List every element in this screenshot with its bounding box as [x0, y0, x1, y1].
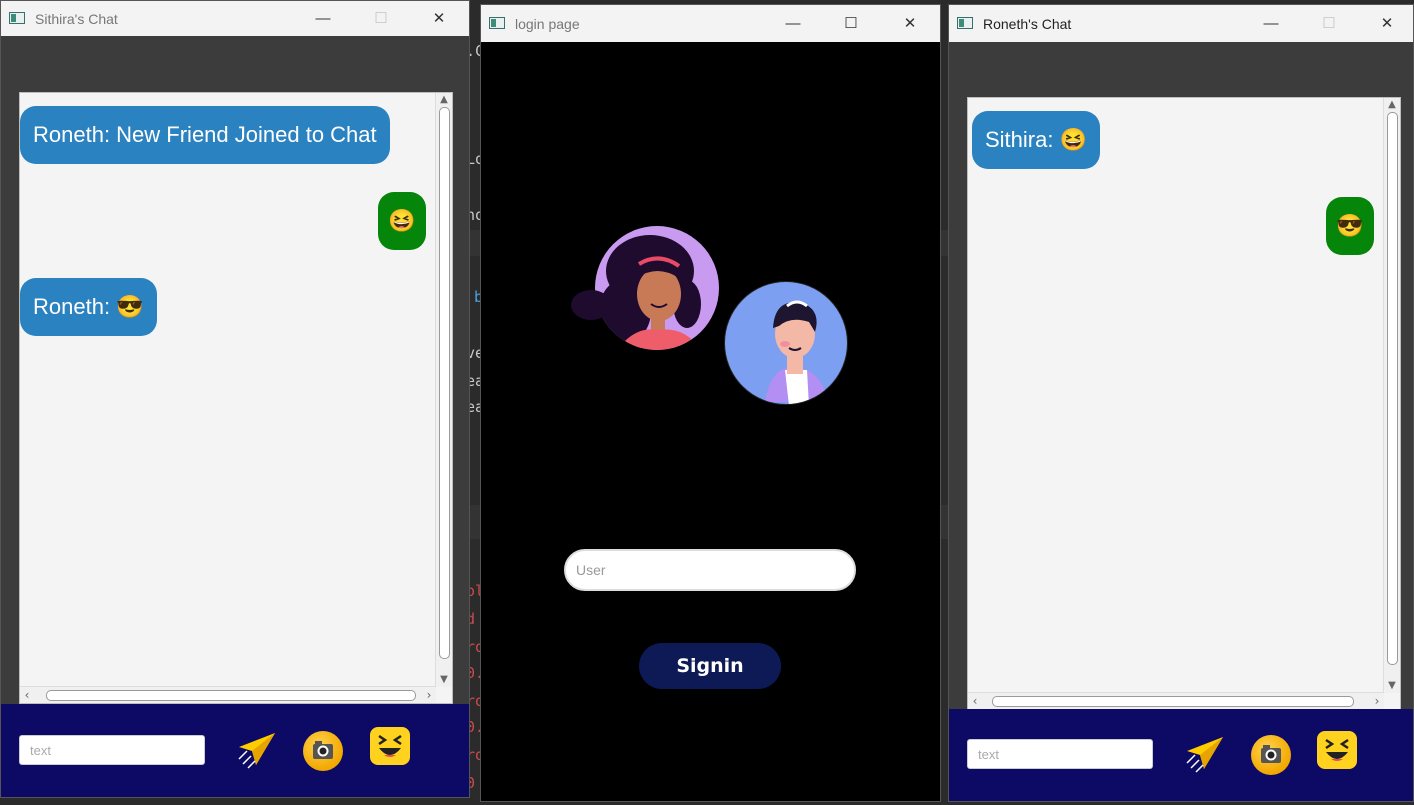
- maximize-icon: ☐: [374, 9, 388, 27]
- close-icon[interactable]: ✕: [429, 9, 449, 29]
- paper-plane-icon[interactable]: [235, 729, 277, 771]
- scroll-down-icon[interactable]: ▼: [436, 673, 452, 687]
- minimize-icon[interactable]: —: [783, 14, 803, 34]
- scrollbar-thumb[interactable]: [46, 690, 416, 701]
- roneth-titlebar[interactable]: Roneth's Chat — ☐ ✕: [949, 5, 1413, 42]
- message-bubble-incoming: Sithira: 😆: [972, 111, 1100, 169]
- horizontal-scrollbar[interactable]: ‹ ›: [968, 692, 1384, 709]
- vertical-scrollbar[interactable]: ▲ ▼: [435, 93, 452, 687]
- message-input[interactable]: [19, 735, 205, 765]
- scrollbar-thumb[interactable]: [992, 696, 1354, 707]
- message-bubble-outgoing: 😎: [1326, 197, 1374, 255]
- message-input[interactable]: [967, 739, 1153, 769]
- window-title: Roneth's Chat: [983, 15, 1072, 32]
- scroll-left-icon[interactable]: ‹: [20, 687, 34, 703]
- chat-input-bar: [1, 704, 469, 797]
- login-body: Signin: [481, 42, 940, 801]
- signin-button[interactable]: Signin: [639, 643, 781, 689]
- horizontal-scrollbar[interactable]: ‹ ›: [20, 686, 436, 703]
- app-window-icon: [957, 16, 973, 29]
- girl-avatar-illustration: [595, 226, 719, 350]
- login-titlebar[interactable]: login page — ☐ ✕: [481, 5, 940, 42]
- boy-avatar-illustration: [724, 281, 848, 405]
- vertical-scrollbar[interactable]: ▲ ▼: [1383, 98, 1400, 693]
- chat-message-area[interactable]: Roneth: New Friend Joined to Chat 😆 Rone…: [19, 92, 453, 704]
- camera-icon[interactable]: [1251, 735, 1291, 775]
- message-bubble-incoming: Roneth: 😎: [20, 278, 157, 336]
- scroll-left-icon[interactable]: ‹: [968, 693, 982, 709]
- scrollbar-thumb[interactable]: [1387, 112, 1398, 665]
- app-window-icon: [9, 11, 25, 24]
- user-input[interactable]: [564, 549, 856, 591]
- maximize-icon[interactable]: ☐: [841, 14, 861, 34]
- hair-bun-shape: [571, 290, 611, 320]
- chat-message-area[interactable]: Sithira: 😆 😎 ▲ ▼ ‹ ›: [967, 97, 1401, 710]
- login-window: login page — ☐ ✕ User Signin: [480, 4, 941, 802]
- scroll-up-icon[interactable]: ▲: [1384, 98, 1400, 112]
- laughing-emoji-icon[interactable]: [1317, 731, 1357, 769]
- maximize-icon: ☐: [1322, 14, 1336, 32]
- roneth-chat-window: Roneth's Chat — ☐ ✕ Sithira: 😆 😎 ▲ ▼ ‹ ›: [948, 4, 1414, 802]
- scroll-right-icon[interactable]: ›: [1370, 693, 1384, 709]
- sithira-chat-window: Sithira's Chat — ☐ ✕ Roneth: New Friend …: [0, 0, 470, 798]
- app-window-icon: [489, 16, 505, 29]
- message-bubble-incoming: Roneth: New Friend Joined to Chat: [20, 106, 390, 164]
- message-bubble-outgoing: 😆: [378, 192, 426, 250]
- chat-input-bar: [949, 709, 1413, 801]
- minimize-icon[interactable]: —: [1261, 14, 1281, 34]
- paper-plane-icon[interactable]: [1183, 733, 1225, 775]
- scroll-down-icon[interactable]: ▼: [1384, 679, 1400, 693]
- sithira-titlebar[interactable]: Sithira's Chat — ☐ ✕: [1, 1, 469, 36]
- scroll-right-icon[interactable]: ›: [422, 687, 436, 703]
- close-icon[interactable]: ✕: [1377, 14, 1397, 34]
- close-icon[interactable]: ✕: [900, 14, 920, 34]
- laughing-emoji-icon[interactable]: [370, 727, 410, 765]
- camera-icon[interactable]: [303, 731, 343, 771]
- window-title: Sithira's Chat: [35, 10, 118, 27]
- scrollbar-thumb[interactable]: [439, 107, 450, 659]
- minimize-icon[interactable]: —: [313, 9, 333, 29]
- window-title: login page: [515, 15, 580, 32]
- scroll-up-icon[interactable]: ▲: [436, 93, 452, 107]
